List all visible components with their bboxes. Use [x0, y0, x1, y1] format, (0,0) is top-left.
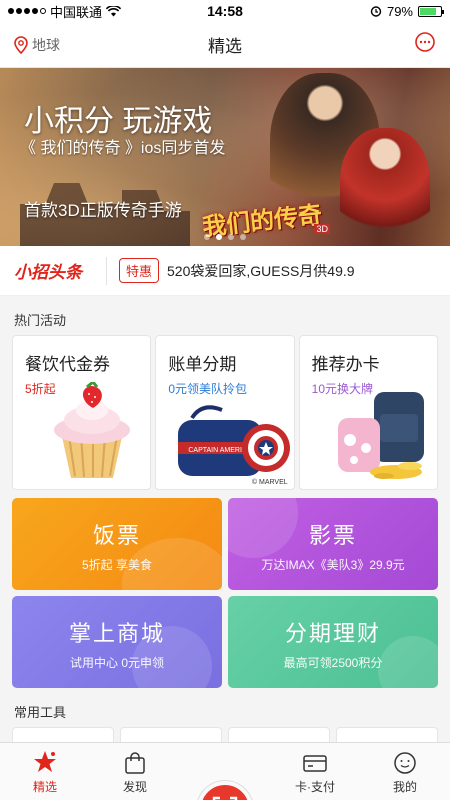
headline-text: 520袋爱回家,GUESS月供49.9	[167, 262, 355, 279]
carrier-name: 中国联通	[50, 4, 103, 20]
signal-strength-icon	[8, 8, 46, 14]
pager-dot	[228, 234, 234, 240]
pager-dot	[204, 234, 210, 240]
tile-subtitle: 试用中心 0元申领	[69, 656, 164, 670]
alarm-icon	[370, 6, 382, 17]
app-screen: 中国联通 14:58 79% 地球 精选 小积分 玩游戏 《 我们的传奇 》io…	[0, 0, 450, 800]
tools-section-title: 常用工具	[0, 688, 450, 727]
captain-america-bag-image: CAPTAIN AMERICA	[178, 405, 291, 476]
scan-button[interactable]	[197, 781, 253, 800]
tab-label: 卡·支付	[295, 780, 335, 794]
card-dining-voucher[interactable]: 餐饮代金券 5折起	[12, 335, 152, 490]
banner-pager	[0, 234, 450, 240]
tab-discover[interactable]: 发现	[90, 751, 180, 795]
banner-subtitle: 《 我们的传奇 》ios同步首发	[20, 140, 226, 157]
tab-bar: 精选 发现 卡·支付 我的	[0, 742, 450, 800]
wifi-icon	[106, 5, 122, 16]
tile-mobile-mall[interactable]: 掌上商城 试用中心 0元申领	[12, 596, 222, 688]
tile-title: 掌上商城	[68, 621, 165, 646]
cupcake-image	[54, 382, 130, 478]
tile-subtitle: 最高可领2500积分	[283, 656, 383, 670]
tile-movie-ticket[interactable]: 影票 万达IMAX《美队3》29.9元	[228, 498, 438, 590]
card-subtitle: 0元领美队拎包	[168, 382, 248, 396]
credit-card-icon	[303, 755, 327, 772]
tab-featured[interactable]: 精选	[0, 749, 90, 795]
promo-tag: 特惠	[119, 258, 160, 283]
marvel-label: © MARVEL	[251, 479, 288, 486]
card-recommend-card[interactable]: 推荐办卡 10元换大牌	[298, 335, 438, 490]
card-bill-installment[interactable]: 账单分期 0元领美队拎包 CAPTAIN AMERICA © MARVEL	[155, 335, 295, 490]
star-icon	[34, 751, 56, 772]
tile-subtitle: 万达IMAX《美队3》29.9元	[261, 558, 405, 572]
tab-label: 精选	[32, 780, 57, 794]
location-pin-icon	[14, 35, 28, 54]
tile-installment-finance[interactable]: 分期理财 最高可领2500积分	[228, 596, 438, 688]
battery-icon	[418, 5, 444, 17]
heroine-illustration	[340, 128, 430, 246]
card-title: 餐饮代金券	[25, 355, 110, 374]
headline-brand: 小招头条	[14, 263, 82, 282]
pager-dot	[240, 234, 246, 240]
tile-title: 影票	[308, 523, 357, 548]
scan-icon	[212, 796, 238, 800]
tile-subtitle: 5折起 享美食	[81, 558, 152, 572]
tab-card-pay[interactable]: 卡·支付	[270, 751, 360, 795]
headline-row[interactable]: 小招头条 特惠 520袋爱回家,GUESS月供49.9	[0, 246, 450, 296]
feature-tiles: 饭票 5折起 享美食 影票 万达IMAX《美队3》29.9元 掌上商城 试用中心…	[0, 490, 450, 688]
tile-meal-ticket[interactable]: 饭票 5折起 享美食	[12, 498, 222, 590]
backpack-image	[337, 392, 424, 479]
tab-label: 发现	[122, 780, 147, 794]
location-label: 地球	[32, 36, 60, 53]
shopping-bag-icon	[125, 752, 145, 774]
chat-bubble-icon	[415, 32, 435, 52]
tab-mine[interactable]: 我的	[360, 751, 450, 795]
card-title: 推荐办卡	[311, 355, 380, 374]
game-logo-badge: 3D	[314, 224, 330, 234]
banner-tagline: 首款3D正版传奇手游	[24, 201, 182, 220]
location-selector[interactable]: 地球	[14, 35, 60, 55]
hot-section-title: 热门活动	[0, 296, 450, 335]
pager-dot	[216, 234, 222, 240]
smiley-face-icon	[394, 752, 416, 774]
message-button[interactable]	[414, 31, 436, 58]
status-bar: 中国联通 14:58 79%	[0, 0, 450, 22]
promo-banner[interactable]: 小积分 玩游戏 《 我们的传奇 》ios同步首发 首款3D正版传奇手游 我们的传…	[0, 68, 450, 246]
battery-percent: 79%	[386, 3, 413, 19]
card-title: 账单分期	[168, 355, 237, 374]
nav-bar: 地球 精选	[0, 22, 450, 68]
divider	[106, 256, 107, 285]
tab-label: 我的	[392, 780, 417, 794]
hot-activities: 餐饮代金券 5折起 账单分期 0元领美队拎包 CAPTAIN AMERICA ©…	[0, 335, 450, 490]
page-title: 精选	[208, 37, 242, 56]
tile-title: 分期理财	[284, 621, 381, 646]
tile-title: 饭票	[92, 523, 141, 548]
